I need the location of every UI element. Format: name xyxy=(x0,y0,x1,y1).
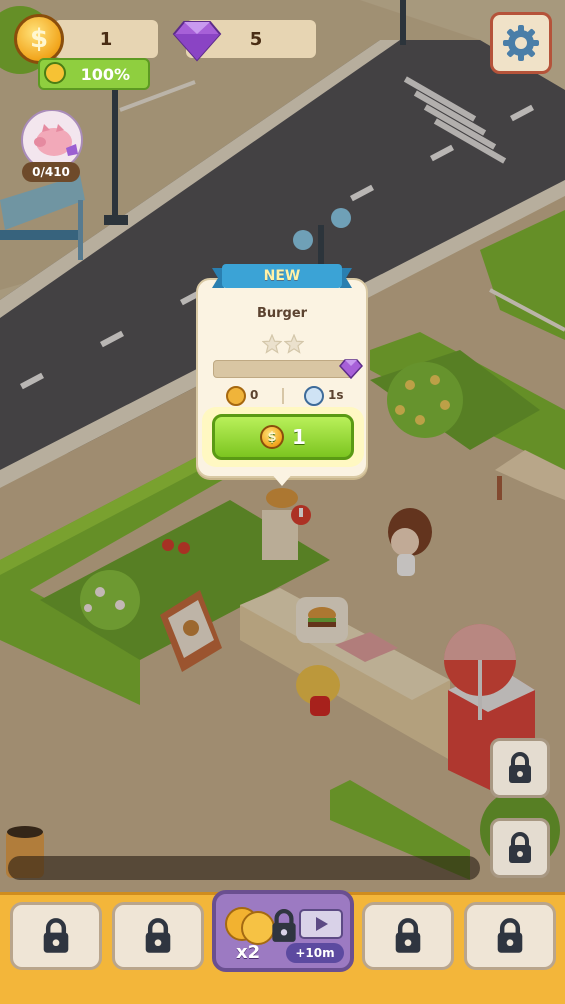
lock-icon xyxy=(272,909,296,942)
gem-icon xyxy=(172,21,222,62)
item-name: Burger xyxy=(256,306,308,321)
lock-icon xyxy=(43,918,69,953)
boost-duration: +10m xyxy=(286,943,344,963)
piggy-bank-icon xyxy=(21,109,83,171)
upgrade-progress-bar xyxy=(213,360,353,378)
gem-icon xyxy=(339,359,363,380)
coin-icon: $ xyxy=(14,14,64,64)
coin-counter: 1 xyxy=(54,20,158,58)
popup-tail xyxy=(270,472,294,486)
item-cook-time: 1s xyxy=(328,388,344,402)
locked-side-button-1[interactable] xyxy=(490,738,550,798)
lock-icon xyxy=(145,918,171,953)
buy-price: 1 xyxy=(292,425,306,449)
star-icon xyxy=(284,334,304,354)
coin-icon: $ xyxy=(260,425,285,449)
buy-item-button[interactable]: $ 1 xyxy=(212,414,354,460)
video-icon xyxy=(299,909,343,939)
lock-icon xyxy=(509,752,531,783)
stat-divider xyxy=(282,388,284,404)
clock-icon xyxy=(304,386,324,406)
boost-multiplier: x2 xyxy=(236,942,261,963)
coin-icon xyxy=(226,386,246,406)
coin-count: 1 xyxy=(99,28,113,50)
lock-icon xyxy=(509,832,531,863)
locked-menu-button-1[interactable] xyxy=(10,902,102,970)
piggy-bank-count: 0/410 xyxy=(22,162,80,182)
gear-icon xyxy=(503,25,539,61)
settings-button[interactable] xyxy=(490,12,552,74)
locked-side-button-2[interactable] xyxy=(490,818,550,878)
new-ribbon-label: NEW xyxy=(263,268,301,284)
satisfaction-percent: 100% xyxy=(80,64,130,84)
lock-icon xyxy=(395,918,421,953)
bottom-status-bar xyxy=(8,856,480,880)
gem-count: 5 xyxy=(249,28,263,50)
star-icon xyxy=(262,334,282,354)
locked-menu-button-3[interactable] xyxy=(362,902,454,970)
locked-menu-button-4[interactable] xyxy=(464,902,556,970)
locked-menu-button-2[interactable] xyxy=(112,902,204,970)
smile-icon xyxy=(44,62,66,84)
item-earning: 0 xyxy=(250,388,259,402)
lock-icon xyxy=(497,918,523,953)
